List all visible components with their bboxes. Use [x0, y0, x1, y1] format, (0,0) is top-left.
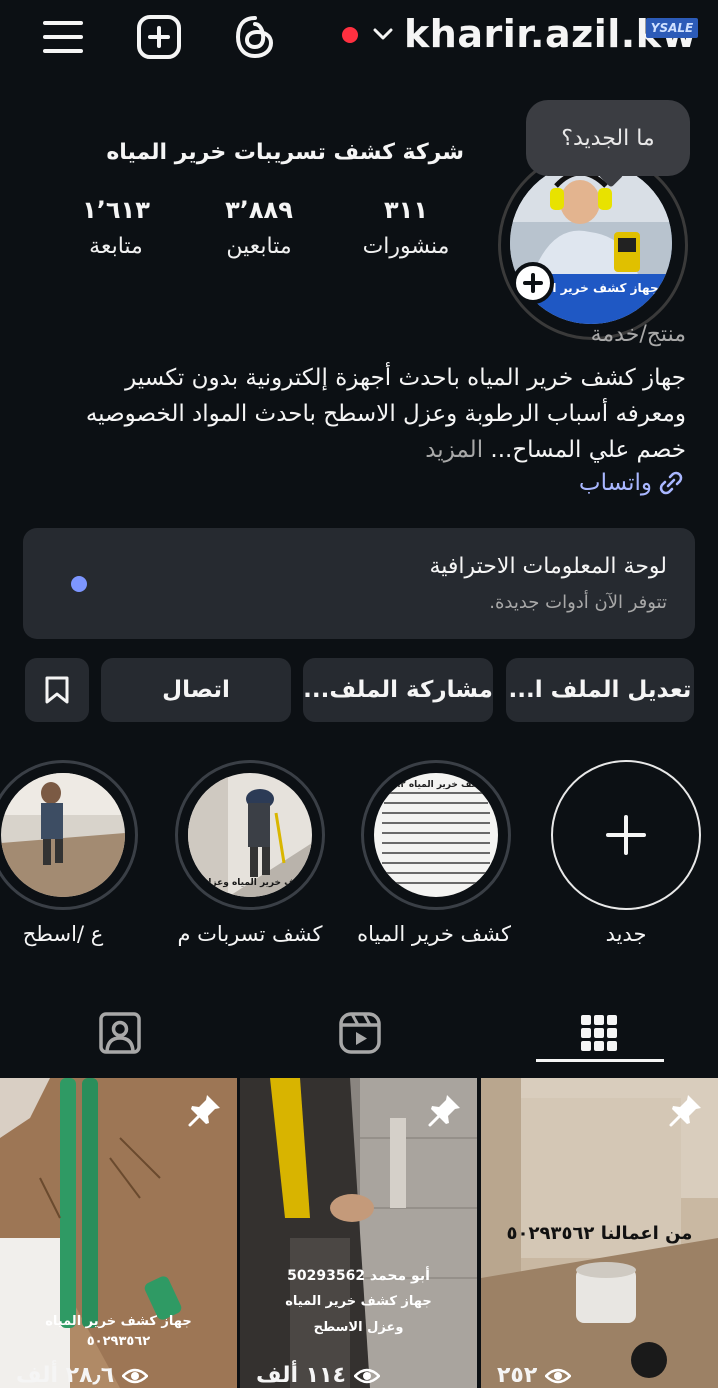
followers-count: ٣٬٨٨٩: [225, 196, 293, 224]
bio-more-link[interactable]: المزيد: [425, 437, 490, 463]
active-tab-indicator: [536, 1059, 664, 1062]
tab-reels[interactable]: [240, 990, 479, 1076]
highlight-ring: جهاز كشف خرير المياه وعزل الاسطح: [175, 760, 325, 910]
add-story-button[interactable]: [512, 262, 554, 304]
chevron-down-icon[interactable]: [371, 22, 395, 50]
eye-icon: [353, 1368, 380, 1383]
following-stat[interactable]: ١٬٦١٣ متابعة: [56, 196, 176, 259]
view-count: ٢٨٫٦ ألف: [16, 1363, 149, 1388]
threads-icon[interactable]: [232, 14, 278, 60]
following-label: متابعة: [89, 234, 143, 259]
reels-icon: [338, 1012, 381, 1054]
post-caption: من اعمالنا ٥٠٢٩٣٥٦٢: [506, 1223, 693, 1244]
highlight-cover-text: جهاز كشف خرير المياه وعزل الاسطح: [188, 878, 312, 888]
post-thumbnail[interactable]: من اعمالنا ٥٠٢٩٣٥٦٢ ٢٥٢: [481, 1078, 718, 1388]
posts-grid: من اعمالنا ٥٠٢٩٣٥٦٢ ٢٥٢ أبو محمد 5029356…: [0, 1078, 718, 1388]
tab-tagged[interactable]: [0, 990, 239, 1076]
posts-count: ٣١١: [384, 196, 428, 224]
professional-dashboard-card[interactable]: لوحة المعلومات الاحترافية تتوفر الآن أدو…: [23, 528, 695, 639]
highlight-label: ع /اسطح: [22, 922, 104, 946]
post-thumbnail[interactable]: أبو محمد 50293562 جهاز كشف خرير المياه و…: [240, 1078, 477, 1388]
whatsapp-link[interactable]: واتساب: [579, 468, 686, 498]
eye-icon: [122, 1368, 149, 1383]
view-count-label: ١١٤ ألف: [256, 1363, 346, 1388]
dashboard-subtitle: تتوفر الآن أدوات جديدة.: [489, 592, 667, 613]
highlight-new[interactable]: جديد: [551, 760, 701, 946]
edit-profile-button[interactable]: تعديل الملف ا...: [506, 658, 694, 722]
highlight-label: جديد: [605, 922, 647, 946]
bio-line: ومعرفه أسباب الرطوبة وعزل الاسطح باحدث ا…: [85, 401, 686, 427]
plus-square-icon[interactable]: [136, 14, 182, 60]
profile-display-name: شركة كشف تسريبات خرير المياه: [106, 140, 464, 165]
eye-icon: [545, 1368, 572, 1383]
view-count: ١١٤ ألف: [256, 1363, 380, 1388]
post-caption: أبو محمد 50293562: [287, 1268, 430, 1284]
pinned-icon: [668, 1092, 704, 1132]
highlight-ring: [551, 760, 701, 910]
highlight-ring: [0, 760, 138, 910]
contact-button[interactable]: اتصال: [101, 658, 291, 722]
pinned-icon: [187, 1092, 223, 1132]
save-button[interactable]: [25, 658, 89, 722]
view-count-label: ٢٨٫٦ ألف: [16, 1363, 115, 1388]
bookmark-icon: [45, 676, 69, 704]
share-profile-button[interactable]: مشاركة الملف...: [303, 658, 493, 722]
followers-label: متابعين: [226, 234, 292, 259]
posts-stat[interactable]: ٣١١ منشورات: [346, 196, 466, 259]
highlight-ring: جهاز كشف خرير المياه ٥٠٢٩٣٥٦٢: [361, 760, 511, 910]
post-caption: وعزل الاسطح: [313, 1320, 404, 1335]
plus-icon: [606, 815, 646, 855]
tagged-user-icon: [98, 1012, 141, 1054]
grid-icon: [580, 1015, 617, 1051]
dashboard-title: لوحة المعلومات الاحترافية: [429, 554, 667, 579]
new-indicator-dot: [71, 576, 87, 592]
highlight-cover-text: جهاز كشف خرير المياه ٥٠٢٩٣٥٦٢: [374, 780, 498, 790]
highlight-cover: [1, 773, 125, 897]
link-label: واتساب: [578, 470, 652, 496]
following-count: ١٬٦١٣: [82, 196, 150, 224]
posts-label: منشورات: [362, 234, 450, 259]
followers-stat[interactable]: ٣٬٨٨٩ متابعين: [199, 196, 319, 259]
live-indicator: [342, 27, 358, 43]
post-caption: جهاز كشف خرير المياه: [45, 1314, 192, 1329]
highlight-item[interactable]: جهاز كشف خرير المياه وعزل الاسطح كشف تسر…: [175, 760, 325, 946]
profile-bio: جهاز كشف خرير المياه باحدث أجهزة إلكترون…: [36, 360, 686, 468]
view-count-label: ٢٥٢: [497, 1363, 538, 1388]
plus-icon: [523, 273, 543, 293]
profile-category: منتج/خدمة: [590, 322, 686, 347]
profile-tabs: [0, 990, 718, 1076]
highlight-item[interactable]: ع /اسطح: [0, 760, 138, 946]
watermark-logo: YSALE: [646, 18, 698, 38]
tab-grid[interactable]: [479, 990, 718, 1076]
post-caption: ٥٠٢٩٣٥٦٢: [86, 1334, 151, 1349]
highlight-label: كشف تسربات م: [177, 922, 323, 946]
story-note-bubble[interactable]: ما الجديد؟: [526, 100, 690, 176]
highlight-label: كشف خرير المياه: [357, 922, 511, 946]
highlight-cover: جهاز كشف خرير المياه ٥٠٢٩٣٥٦٢: [374, 773, 498, 897]
highlight-cover: جهاز كشف خرير المياه وعزل الاسطح: [188, 773, 312, 897]
view-count: ٢٥٢: [497, 1363, 572, 1388]
bio-line: جهاز كشف خرير المياه باحدث أجهزة إلكترون…: [125, 365, 686, 391]
post-caption: جهاز كشف خرير المياه: [285, 1294, 432, 1309]
hamburger-menu-icon[interactable]: [40, 14, 86, 60]
post-thumbnail[interactable]: جهاز كشف خرير المياه ٥٠٢٩٣٥٦٢ ٢٨٫٦ ألف: [0, 1078, 237, 1388]
pinned-icon: [427, 1092, 463, 1132]
top-bar: kharir.azil.kw YSALE: [0, 0, 718, 78]
link-icon: [659, 471, 683, 495]
bio-line: خصم علي المساح...: [490, 437, 686, 463]
highlight-item[interactable]: جهاز كشف خرير المياه ٥٠٢٩٣٥٦٢ كشف خرير ا…: [357, 760, 511, 946]
